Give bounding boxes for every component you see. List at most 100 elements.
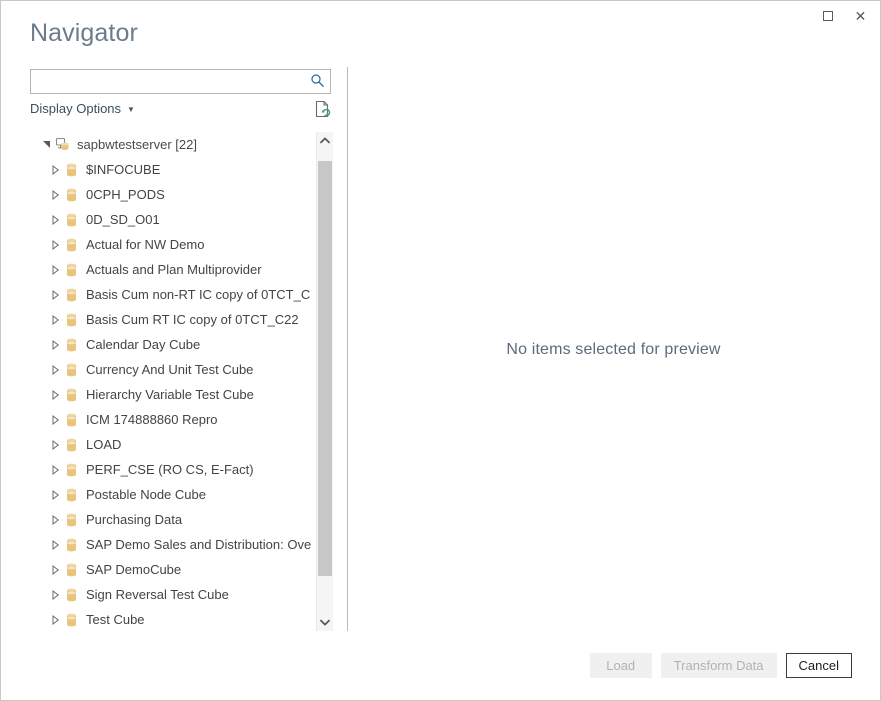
expand-triangle-icon[interactable] xyxy=(47,587,63,603)
refresh-page-icon[interactable] xyxy=(314,100,331,123)
tree-item-label: SAP Demo Sales and Distribution: Overvie… xyxy=(86,537,311,552)
dialog-footer: Load Transform Data Cancel xyxy=(1,631,880,700)
search-input[interactable] xyxy=(37,70,306,95)
tree-item[interactable]: Actuals and Plan Multiprovider xyxy=(30,257,311,282)
expand-triangle-icon[interactable] xyxy=(47,287,63,303)
tree-item-label: LOAD xyxy=(86,437,121,452)
expand-triangle-icon[interactable] xyxy=(47,537,63,553)
cube-icon xyxy=(65,387,79,403)
page-title: Navigator xyxy=(30,19,138,48)
title-bar: Navigator ✕ xyxy=(1,1,880,61)
footer-button-group: Load Transform Data Cancel xyxy=(590,653,852,678)
expand-triangle-icon[interactable] xyxy=(47,387,63,403)
cube-icon xyxy=(65,362,79,378)
tree-item-label: ICM 174888860 Repro xyxy=(86,412,218,427)
cube-icon xyxy=(65,337,79,353)
cube-icon xyxy=(65,187,79,203)
collapse-triangle-icon[interactable] xyxy=(38,137,54,153)
tree-panel: sapbwtestserver [22] $INFOCUBE 0CPH_PODS 0… xyxy=(30,132,333,631)
search-box[interactable] xyxy=(30,69,331,94)
object-tree[interactable]: sapbwtestserver [22] $INFOCUBE 0CPH_PODS 0… xyxy=(30,132,311,631)
expand-triangle-icon[interactable] xyxy=(47,312,63,328)
tree-item[interactable]: ICM 174888860 Repro xyxy=(30,407,311,432)
display-options-label: Display Options xyxy=(30,101,121,116)
expand-triangle-icon[interactable] xyxy=(47,612,63,628)
tree-item[interactable]: Sign Reversal Test Cube xyxy=(30,582,311,607)
tree-item[interactable]: Actual for NW Demo xyxy=(30,232,311,257)
scroll-down-button[interactable] xyxy=(317,614,333,631)
cube-icon xyxy=(65,562,79,578)
cube-icon xyxy=(65,587,79,603)
display-options-button[interactable]: Display Options ▼ xyxy=(30,101,135,116)
cube-icon xyxy=(65,237,79,253)
tree-root-node[interactable]: sapbwtestserver [22] xyxy=(30,132,311,157)
expand-triangle-icon[interactable] xyxy=(47,562,63,578)
expand-triangle-icon[interactable] xyxy=(47,212,63,228)
tree-item[interactable]: SAP Demo Sales and Distribution: Overvie… xyxy=(30,532,311,557)
tree-item[interactable]: 0D_SD_O01 xyxy=(30,207,311,232)
expand-triangle-icon[interactable] xyxy=(47,337,63,353)
tree-item[interactable]: Basis Cum RT IC copy of 0TCT_C22 xyxy=(30,307,311,332)
cube-icon xyxy=(65,512,79,528)
cube-icon xyxy=(65,462,79,478)
tree-item[interactable]: Currency And Unit Test Cube xyxy=(30,357,311,382)
cube-icon xyxy=(65,412,79,428)
search-icon[interactable] xyxy=(310,73,325,93)
tree-item-label: PERF_CSE (RO CS, E-Fact) xyxy=(86,462,254,477)
close-button[interactable]: ✕ xyxy=(844,1,877,31)
tree-item-label: 0D_SD_O01 xyxy=(86,212,160,227)
expand-triangle-icon[interactable] xyxy=(47,487,63,503)
expand-triangle-icon[interactable] xyxy=(47,412,63,428)
tree-item-label: Basis Cum RT IC copy of 0TCT_C22 xyxy=(86,312,299,327)
tree-item-label: Actual for NW Demo xyxy=(86,237,204,252)
expand-triangle-icon[interactable] xyxy=(47,362,63,378)
tree-item-label: Calendar Day Cube xyxy=(86,337,200,352)
cube-icon xyxy=(65,162,79,178)
cube-icon xyxy=(65,287,79,303)
tree-item[interactable]: Postable Node Cube xyxy=(30,482,311,507)
expand-triangle-icon[interactable] xyxy=(47,237,63,253)
navigator-dialog: Navigator ✕ Display Options ▼ xyxy=(0,0,881,701)
scroll-up-button[interactable] xyxy=(317,132,333,149)
tree-item[interactable]: $INFOCUBE xyxy=(30,157,311,182)
cube-icon xyxy=(65,212,79,228)
tree-item[interactable]: Hierarchy Variable Test Cube xyxy=(30,382,311,407)
tree-item-label: Test Cube xyxy=(86,612,145,627)
left-pane-header: Display Options ▼ xyxy=(30,69,333,123)
cube-icon xyxy=(65,487,79,503)
cancel-button[interactable]: Cancel xyxy=(786,653,852,678)
server-icon xyxy=(54,137,70,153)
expand-triangle-icon[interactable] xyxy=(47,437,63,453)
tree-item-label: Currency And Unit Test Cube xyxy=(86,362,253,377)
tree-item-label: Purchasing Data xyxy=(86,512,182,527)
expand-triangle-icon[interactable] xyxy=(47,262,63,278)
tree-item-label: Hierarchy Variable Test Cube xyxy=(86,387,254,402)
expand-triangle-icon[interactable] xyxy=(47,512,63,528)
tree-item-label: 0CPH_PODS xyxy=(86,187,165,202)
preview-pane: No items selected for preview xyxy=(348,67,879,632)
close-icon: ✕ xyxy=(855,9,867,23)
options-row: Display Options ▼ xyxy=(30,101,333,123)
expand-triangle-icon[interactable] xyxy=(47,187,63,203)
scrollbar-thumb[interactable] xyxy=(318,161,332,576)
cube-icon xyxy=(65,312,79,328)
tree-item[interactable]: LOAD xyxy=(30,432,311,457)
tree-item[interactable]: Test Cube xyxy=(30,607,311,631)
tree-item-label: Actuals and Plan Multiprovider xyxy=(86,262,262,277)
maximize-icon xyxy=(823,11,833,21)
tree-item[interactable]: Purchasing Data xyxy=(30,507,311,532)
tree-item[interactable]: PERF_CSE (RO CS, E-Fact) xyxy=(30,457,311,482)
expand-triangle-icon[interactable] xyxy=(47,462,63,478)
tree-item[interactable]: Calendar Day Cube xyxy=(30,332,311,357)
transform-data-button[interactable]: Transform Data xyxy=(661,653,777,678)
tree-item[interactable]: 0CPH_PODS xyxy=(30,182,311,207)
tree-item[interactable]: Basis Cum non-RT IC copy of 0TCT_C22 xyxy=(30,282,311,307)
tree-scrollbar[interactable] xyxy=(316,132,333,631)
tree-item-label: Basis Cum non-RT IC copy of 0TCT_C22 xyxy=(86,287,311,302)
tree-item[interactable]: SAP DemoCube xyxy=(30,557,311,582)
tree-item-label: $INFOCUBE xyxy=(86,162,160,177)
load-button[interactable]: Load xyxy=(590,653,652,678)
chevron-down-icon: ▼ xyxy=(127,105,135,114)
maximize-button[interactable] xyxy=(811,1,844,31)
expand-triangle-icon[interactable] xyxy=(47,162,63,178)
